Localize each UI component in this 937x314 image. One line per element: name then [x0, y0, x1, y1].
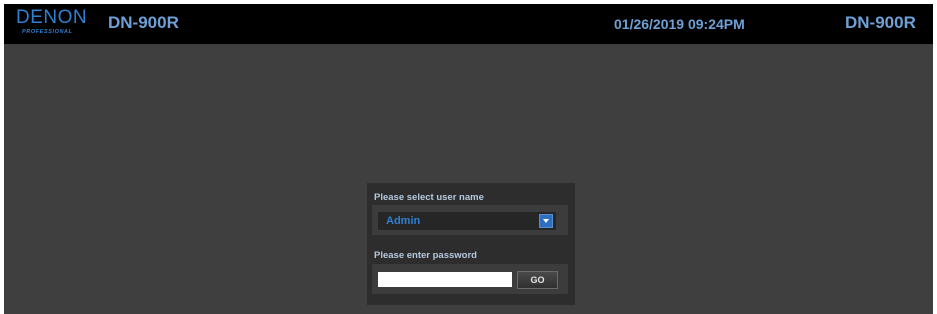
logo-tagline: PROFESSIONAL — [22, 29, 73, 35]
login-panel: Please select user name Admin Please ent… — [367, 183, 575, 305]
chevron-down-icon[interactable] — [539, 214, 553, 228]
denon-logo: DENON PROFESSIONAL — [16, 7, 88, 40]
device-model-label: DN-900R — [845, 13, 916, 32]
go-button[interactable]: GO — [517, 271, 558, 289]
user-name-selected-value: Admin — [386, 215, 421, 227]
device-model-title: DN-900R — [108, 13, 179, 32]
top-bar: DENON PROFESSIONAL DN-900R 01/26/2019 09… — [4, 4, 933, 44]
logo-brand: DENON — [16, 7, 88, 28]
password-label: Please enter password — [374, 250, 477, 261]
password-input[interactable] — [378, 272, 512, 287]
datetime-display: 01/26/2019 09:24PM — [614, 16, 745, 32]
user-name-label: Please select user name — [374, 192, 484, 203]
user-name-select[interactable]: Admin — [378, 212, 556, 230]
app-frame: DENON PROFESSIONAL DN-900R 01/26/2019 09… — [4, 4, 933, 314]
